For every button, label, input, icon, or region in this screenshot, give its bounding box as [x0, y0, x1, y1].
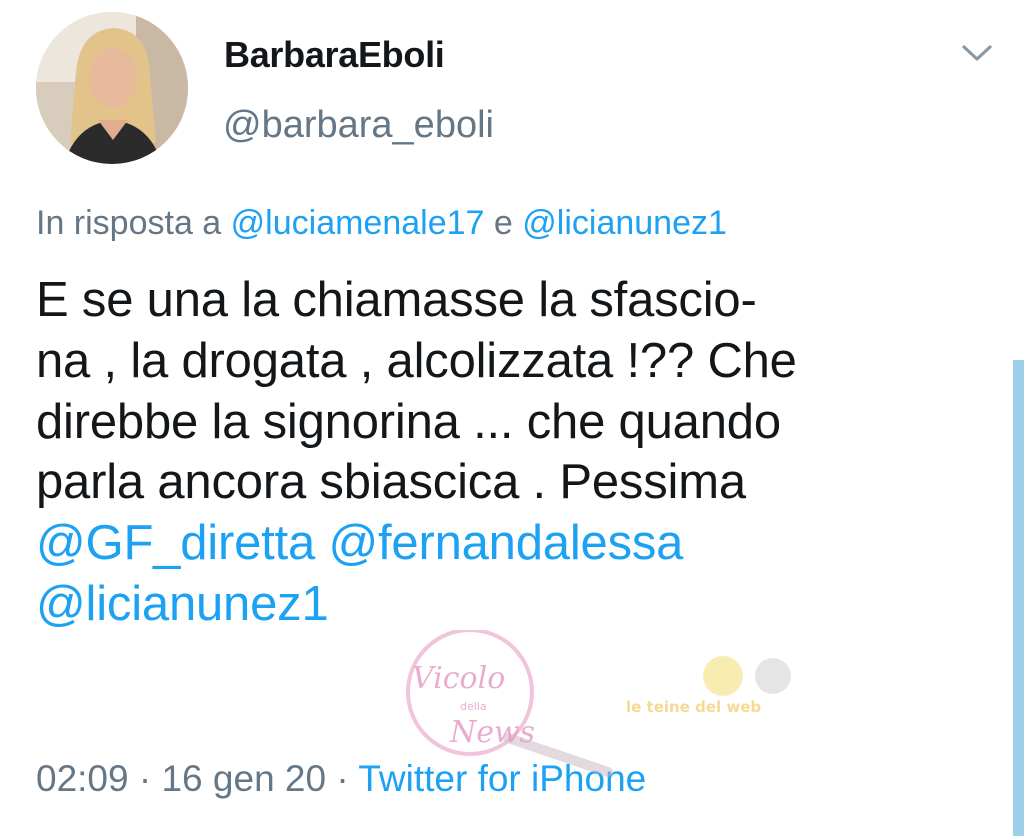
meta-separator: · — [138, 758, 152, 799]
watermark-text-small: della — [460, 700, 487, 713]
tweet-text-line: direbbe la signorina ... che quando — [36, 394, 781, 449]
tweet-metadata: 02:09 · 16 gen 20 · Twitter for iPhone — [36, 758, 646, 800]
reply-context: In risposta a @luciamenale17 e @licianun… — [36, 204, 727, 243]
chevron-down-icon[interactable] — [956, 38, 998, 68]
display-name[interactable]: BarbaraEboli — [224, 34, 445, 76]
meta-separator: · — [336, 758, 349, 799]
tweet-text-line: parla ancora sbiascica . Pessima — [36, 455, 746, 510]
mention-fernandalessa[interactable]: @fernandalessa — [328, 516, 683, 570]
tweet-time[interactable]: 02:09 — [36, 758, 129, 799]
reply-mention-licianunez1[interactable]: @licianunez1 — [522, 204, 727, 242]
scrollbar[interactable] — [1013, 360, 1024, 836]
tweet-text-line: na , la drogata , alcolizzata !?? Che — [36, 333, 797, 388]
tweet-source-link[interactable]: Twitter for iPhone — [358, 758, 646, 799]
avatar[interactable] — [36, 12, 188, 164]
mention-licianunez1[interactable]: @licianunez1 — [36, 577, 329, 631]
reply-prefix: In risposta a — [36, 204, 222, 242]
mention-gf-diretta[interactable]: @GF_diretta — [36, 516, 315, 570]
tweet-card: BarbaraEboli @barbara_eboli In risposta … — [0, 0, 1024, 836]
tweet-date[interactable]: 16 gen 20 — [161, 758, 326, 799]
tweet-mention-line: @GF_diretta @fernandalessa — [36, 513, 996, 574]
username-handle[interactable]: @barbara_eboli — [223, 104, 494, 147]
tweet-text: E se una la chiamasse la sfascio- na , l… — [36, 270, 996, 635]
reply-mention-luciamenale17[interactable]: @luciamenale17 — [231, 204, 485, 242]
watermark-text-main: Vicolo — [412, 661, 505, 696]
watermark-text-news: News — [449, 715, 535, 750]
tweet-text-line: E se una la chiamasse la sfascio- — [36, 273, 757, 327]
reply-joiner: e — [493, 204, 513, 242]
watermark-text-right: le teine del web — [626, 698, 761, 716]
tweet-mention-line: @licianunez1 — [36, 574, 996, 635]
